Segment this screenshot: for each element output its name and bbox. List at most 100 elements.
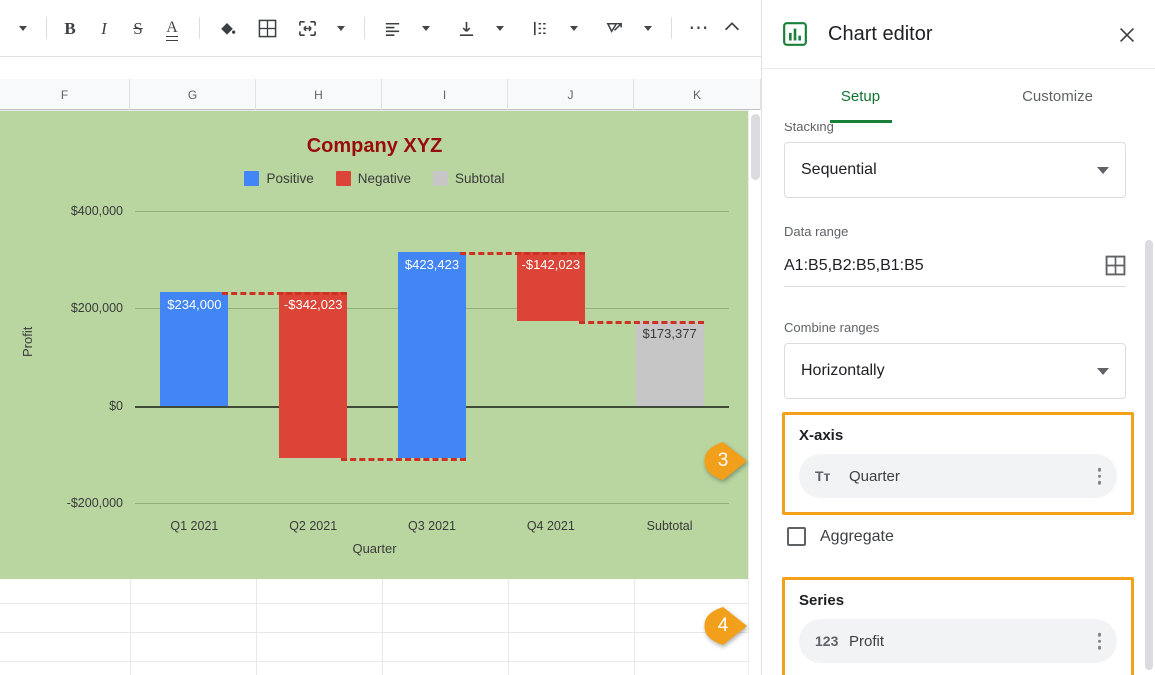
text-wrap-icon	[533, 21, 546, 35]
formatting-toolbar: B I S A ⋯	[0, 0, 761, 57]
horizontal-align-caret[interactable]	[411, 13, 441, 43]
aggregate-checkbox[interactable]	[787, 527, 806, 546]
x-axis-chip-label: Quarter	[849, 467, 900, 485]
borders-grid-icon	[258, 19, 276, 37]
text-color-button[interactable]: A	[157, 13, 187, 43]
fill-color-button[interactable]	[212, 13, 242, 43]
text-type-icon: Tт	[815, 468, 831, 484]
x-axis-tick-label: Subtotal	[646, 519, 693, 533]
bold-button[interactable]: B	[55, 13, 85, 43]
borders-button[interactable]	[252, 13, 282, 43]
align-left-icon	[385, 22, 399, 36]
column-header-row: FGHIJK	[0, 79, 761, 110]
spreadsheet-area: B I S A ⋯ F G H I J K Company XYZ Positi…	[0, 0, 761, 675]
chevron-down-icon	[1097, 166, 1109, 174]
chart-object[interactable]: Company XYZ Positive Negative Subtotal Pro…	[0, 111, 749, 579]
data-range-row[interactable]: A1:B5,B2:B5,B1:B5	[784, 255, 1126, 287]
column-header-h[interactable]: H	[256, 79, 382, 110]
y-axis-tick-label: $0	[109, 398, 123, 413]
chart-legend: Positive Negative Subtotal	[0, 171, 749, 186]
italic-button[interactable]: I	[89, 13, 119, 43]
horizontal-align-button[interactable]	[377, 13, 407, 43]
legend-label: Negative	[357, 171, 412, 186]
tab-customize[interactable]: Customize	[959, 70, 1155, 123]
sheet-vertical-scrollbar[interactable]	[748, 110, 761, 675]
text-rotation-button[interactable]	[599, 13, 629, 43]
text-wrapping-caret[interactable]	[559, 13, 589, 43]
legend-item-positive[interactable]: Positive	[244, 171, 314, 186]
close-button[interactable]	[1112, 20, 1142, 50]
series-chip[interactable]: 123 Profit	[799, 619, 1117, 663]
chart-bar[interactable]: -$142,023	[516, 252, 585, 322]
collapse-toolbar-button[interactable]	[721, 16, 743, 38]
panel-scrollbar-thumb[interactable]	[1145, 240, 1153, 670]
stacking-label: Stacking	[784, 123, 834, 134]
column-header-i[interactable]: I	[382, 79, 508, 110]
sheet-scrollbar-thumb[interactable]	[751, 114, 760, 180]
waterfall-connector	[222, 291, 348, 295]
x-axis-tick-label: Q4 2021	[526, 519, 575, 533]
text-rotation-caret[interactable]	[633, 13, 663, 43]
series-chip-label: Profit	[849, 632, 885, 650]
waterfall-connector	[578, 321, 704, 325]
stacking-select[interactable]: Sequential	[784, 142, 1126, 198]
font-size-dropdown-caret[interactable]	[8, 13, 38, 43]
callout-pin-3-number: 3	[717, 450, 729, 471]
gridline: $400,000	[71, 204, 729, 218]
more-options-button[interactable]: ⋯	[684, 13, 714, 43]
chevron-down-icon	[496, 25, 504, 31]
column-header-g[interactable]: G	[130, 79, 256, 110]
column-header-f[interactable]: F	[0, 79, 130, 110]
legend-item-subtotal[interactable]: Subtotal	[433, 171, 505, 186]
chart-plot-area: $400,000 $200,000 $0 -$200,000 $234,000 Q1 20…	[67, 204, 729, 533]
x-axis-chip[interactable]: Tт Quarter	[799, 454, 1117, 498]
legend-item-negative[interactable]: Negative	[335, 171, 412, 186]
waterfall-connector	[460, 252, 585, 256]
chart-editor-header: Chart editor	[762, 0, 1155, 69]
number-type-icon: 123	[815, 633, 839, 649]
app-root: B I S A ⋯ F G H I J K Company XYZ Positi…	[0, 0, 1155, 675]
tab-setup[interactable]: Setup	[762, 70, 959, 123]
waterfall-connector	[341, 458, 466, 462]
gridline: -$200,000	[67, 496, 729, 510]
paint-bucket-icon	[221, 23, 236, 35]
chevron-down-icon	[337, 25, 345, 31]
chart-bar[interactable]: $173,377	[635, 321, 704, 406]
series-section[interactable]: Series 123 Profit	[782, 577, 1134, 675]
toolbar-divider	[199, 17, 200, 39]
chart-bar[interactable]: -$342,023	[279, 291, 348, 459]
chart-editor-tabs: Setup Customize	[762, 70, 1155, 123]
aggregate-row[interactable]: Aggregate	[787, 527, 894, 546]
chart-bar[interactable]: $423,423	[398, 252, 466, 459]
grid-line	[0, 632, 761, 633]
vertical-align-button[interactable]	[451, 13, 481, 43]
chevron-down-icon	[570, 25, 578, 31]
column-header-j[interactable]: J	[508, 79, 634, 110]
bar-value-label: $234,000	[167, 296, 222, 312]
more-options-icon[interactable]	[1097, 632, 1101, 650]
chart-editor-body[interactable]: Stacking Sequential Data range A1:B5,B2:…	[762, 123, 1155, 675]
x-axis-section[interactable]: X-axis Tт Quarter	[782, 412, 1134, 515]
vertical-align-caret[interactable]	[485, 13, 515, 43]
x-axis-tick-label: Q1 2021	[170, 519, 219, 533]
close-icon	[1119, 27, 1135, 43]
bar-value-label: $173,377	[642, 326, 697, 342]
more-options-icon[interactable]	[1097, 467, 1101, 485]
merge-dropdown-caret[interactable]	[326, 13, 356, 43]
chart-editor-panel: Chart editor Setup Customize Stacking Se…	[761, 0, 1155, 675]
text-wrapping-button[interactable]	[525, 13, 555, 43]
strikethrough-button[interactable]: S	[123, 13, 153, 43]
select-data-range-icon[interactable]	[1105, 255, 1126, 276]
callout-pin-4: 4	[700, 602, 758, 650]
tab-setup-label: Setup	[840, 88, 881, 105]
column-header-k[interactable]: K	[634, 79, 761, 110]
legend-swatch	[433, 171, 449, 186]
chart-bar[interactable]: $234,000	[160, 291, 229, 406]
bar-value-label: $423,423	[404, 257, 460, 273]
merge-cells-button[interactable]	[292, 13, 322, 43]
chart-editor-title: Chart editor	[828, 22, 933, 45]
y-axis-tick-label: $200,000	[70, 301, 123, 316]
combine-ranges-select[interactable]: Horizontally	[784, 343, 1126, 399]
series-label: Series	[799, 592, 845, 609]
grid-line	[0, 603, 761, 604]
